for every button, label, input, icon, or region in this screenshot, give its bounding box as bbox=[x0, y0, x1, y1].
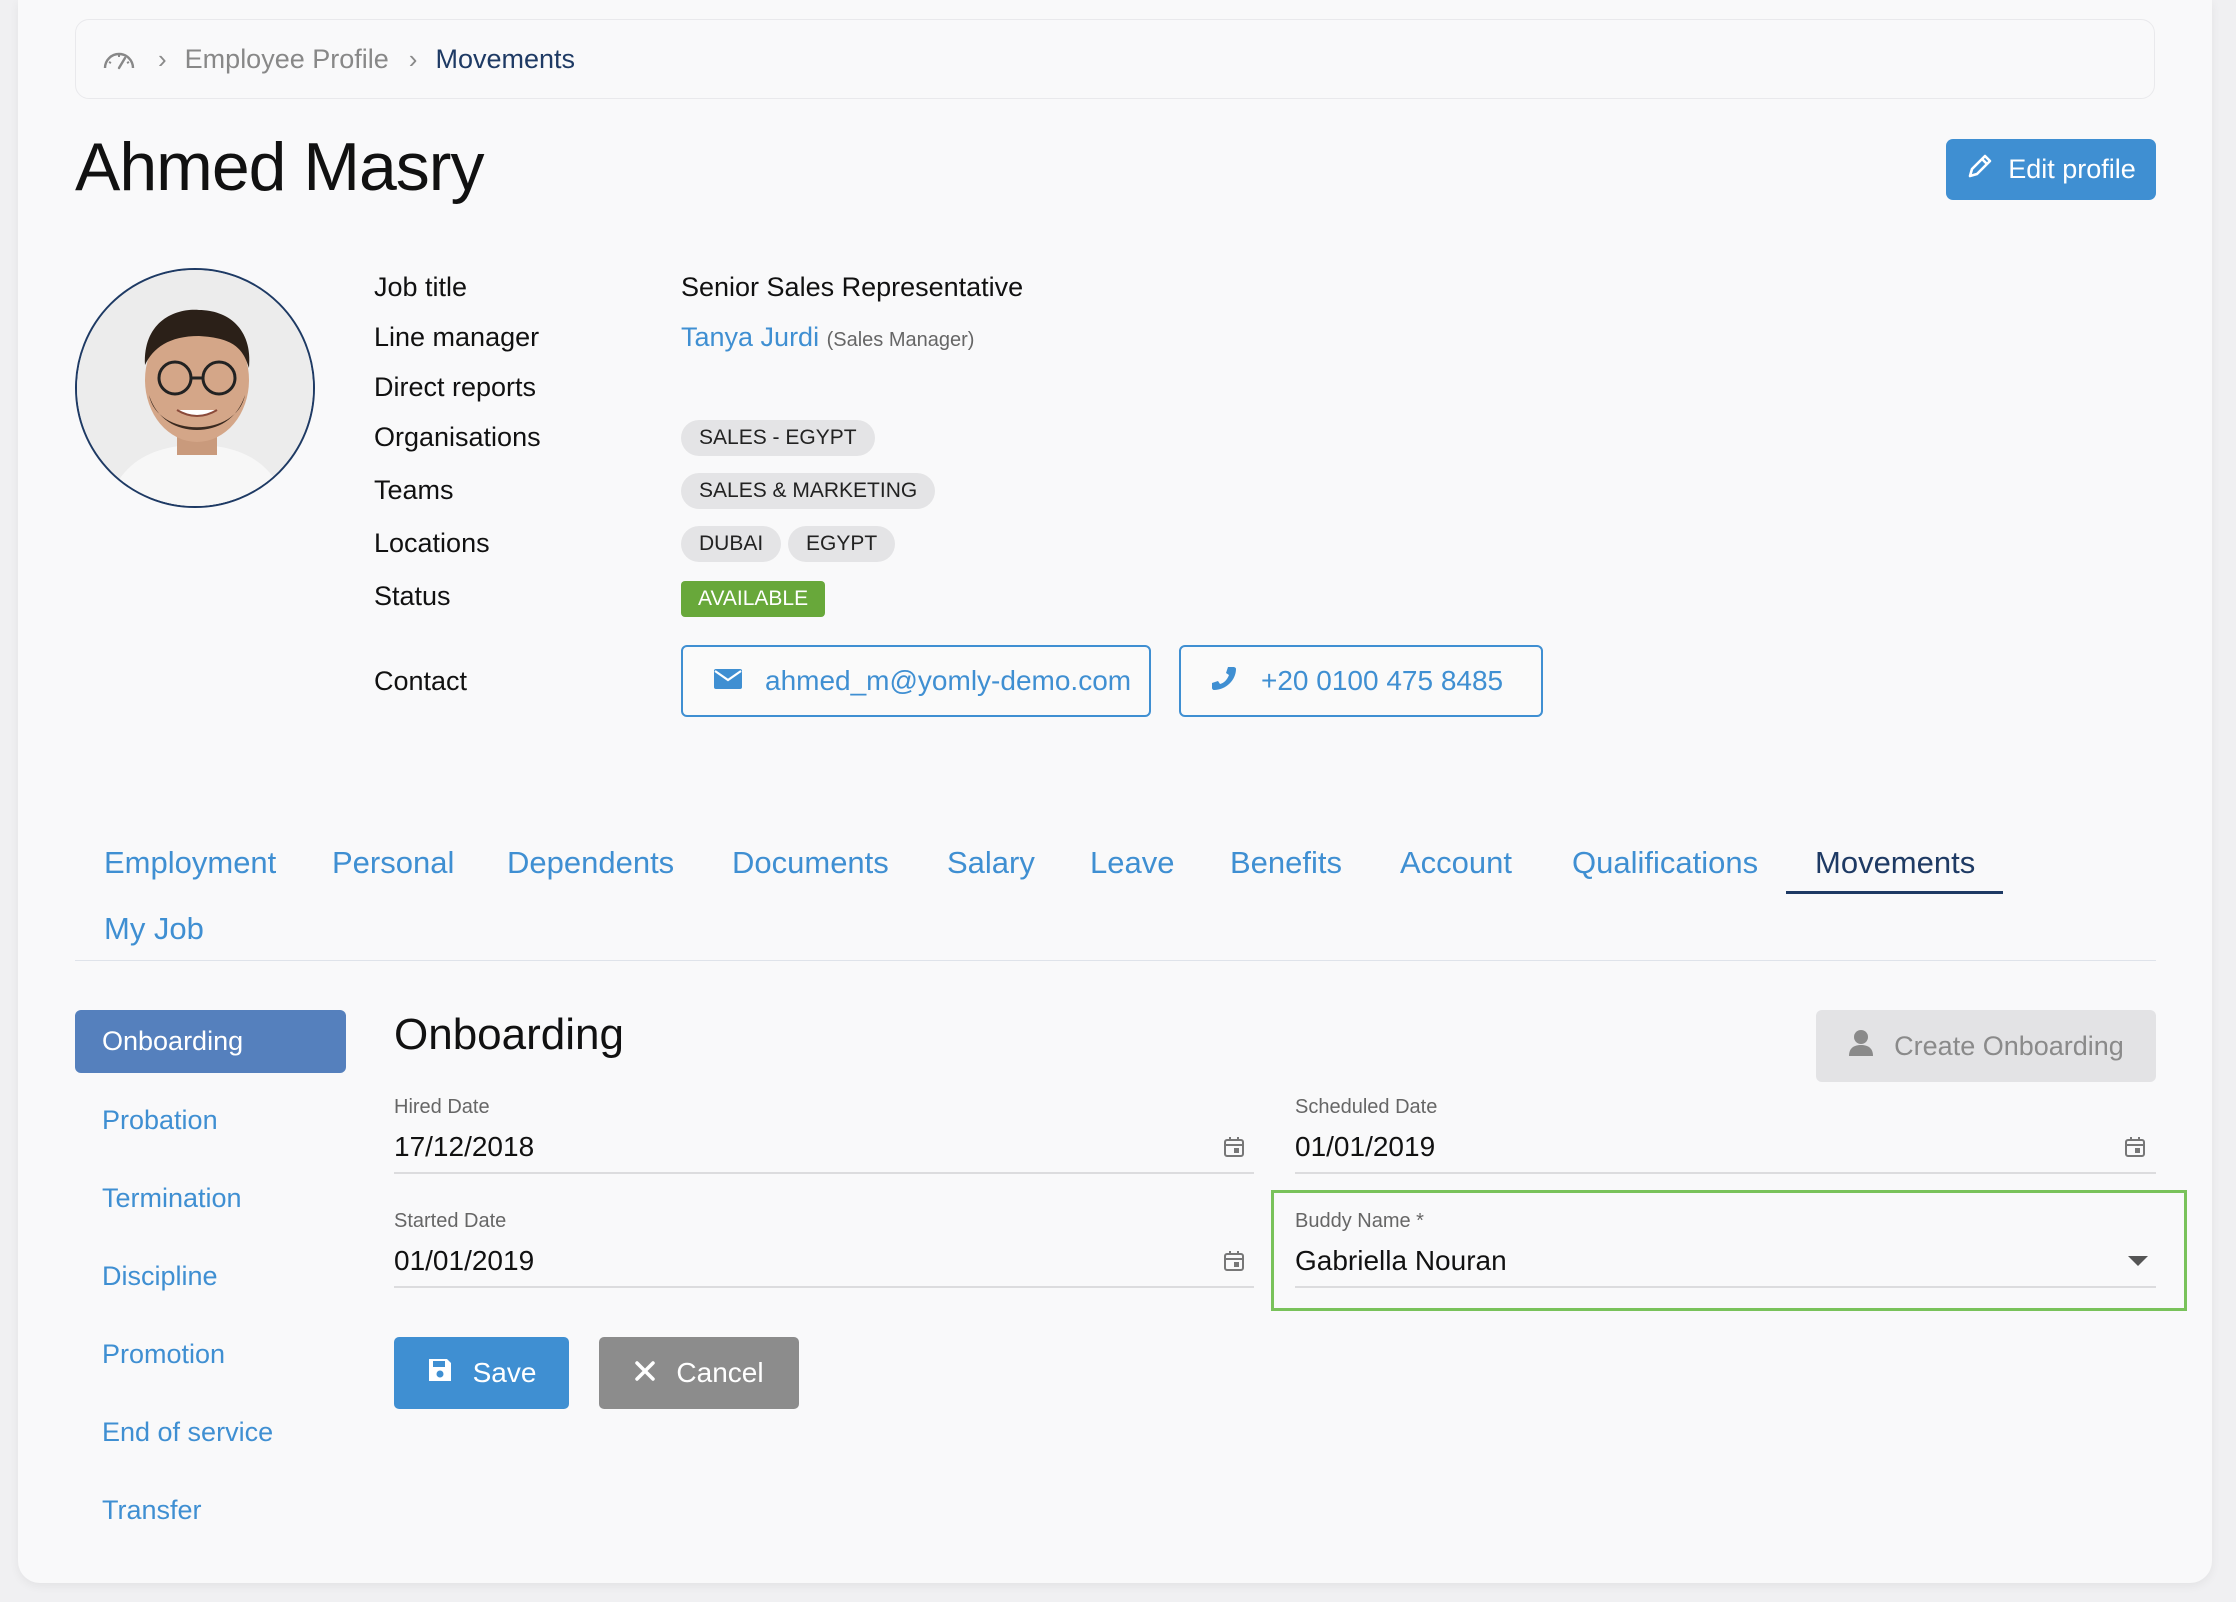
close-icon bbox=[634, 1357, 656, 1389]
floppy-disk-icon bbox=[427, 1357, 453, 1390]
tab-qualifications[interactable]: Qualifications bbox=[1572, 845, 1758, 881]
started-date-input[interactable]: 01/01/2019 bbox=[394, 1245, 534, 1277]
caret-down-icon[interactable] bbox=[2128, 1256, 2148, 1266]
profile-card bbox=[18, 0, 2212, 1583]
scheduled-date-input[interactable]: 01/01/2019 bbox=[1295, 1131, 1435, 1163]
phone-icon bbox=[1211, 664, 1239, 699]
line-manager-value: Tanya Jurdi (Sales Manager) bbox=[681, 322, 974, 353]
email-value: ahmed_m@yomly-demo.com bbox=[765, 665, 1132, 696]
user-icon bbox=[1848, 1029, 1874, 1064]
tab-documents[interactable]: Documents bbox=[732, 845, 889, 881]
tab-my-job[interactable]: My Job bbox=[104, 911, 204, 947]
cancel-label: Cancel bbox=[676, 1357, 764, 1388]
side-nav-probation[interactable]: Probation bbox=[102, 1105, 218, 1136]
edit-profile-label: Edit profile bbox=[2008, 154, 2136, 184]
phone-value: +20 0100 475 8485 bbox=[1261, 665, 1504, 696]
avatar bbox=[75, 268, 315, 508]
tab-employment[interactable]: Employment bbox=[104, 845, 276, 881]
side-nav-onboarding[interactable]: Onboarding bbox=[75, 1010, 346, 1073]
chevron-right-icon: › bbox=[408, 43, 418, 74]
tabs-divider bbox=[75, 960, 2156, 961]
hired-date-label: Hired Date bbox=[394, 1096, 490, 1118]
line-manager-role: (Sales Manager) bbox=[826, 329, 975, 351]
status-label: Status bbox=[374, 581, 451, 611]
save-button[interactable]: Save bbox=[394, 1337, 569, 1409]
buddy-name-underline bbox=[1295, 1286, 2156, 1288]
buddy-name-select[interactable]: Gabriella Nouran bbox=[1295, 1245, 1507, 1277]
line-manager-link[interactable]: Tanya Jurdi bbox=[681, 322, 819, 352]
tab-benefits[interactable]: Benefits bbox=[1230, 845, 1342, 881]
side-nav-promotion[interactable]: Promotion bbox=[102, 1339, 225, 1370]
organisations-label: Organisations bbox=[374, 422, 541, 452]
hired-date-underline bbox=[394, 1172, 1254, 1174]
team-tag: SALES & MARKETING bbox=[681, 473, 936, 509]
dashboard-gauge-icon[interactable] bbox=[102, 44, 138, 74]
buddy-name-label: Buddy Name * bbox=[1295, 1210, 1424, 1232]
tab-salary[interactable]: Salary bbox=[947, 845, 1035, 881]
calendar-icon[interactable] bbox=[2124, 1136, 2146, 1158]
contact-label: Contact bbox=[374, 666, 468, 696]
create-onboarding-button[interactable]: Create Onboarding bbox=[1816, 1010, 2156, 1082]
location-tag-dubai: DUBAI bbox=[681, 526, 782, 562]
scheduled-date-underline bbox=[1295, 1172, 2156, 1174]
tab-account[interactable]: Account bbox=[1400, 845, 1512, 881]
hired-date-input[interactable]: 17/12/2018 bbox=[394, 1131, 534, 1163]
breadcrumb-movements: Movements bbox=[435, 43, 576, 74]
side-nav-end-of-service[interactable]: End of service bbox=[102, 1417, 273, 1448]
status-badge: AVAILABLE bbox=[681, 581, 826, 617]
save-label: Save bbox=[472, 1357, 537, 1388]
cancel-button[interactable]: Cancel bbox=[599, 1337, 799, 1409]
create-onboarding-label: Create Onboarding bbox=[1894, 1030, 2124, 1061]
section-title: Onboarding bbox=[394, 1010, 624, 1059]
breadcrumb-employee-profile[interactable]: Employee Profile bbox=[185, 44, 389, 75]
breadcrumb: › Employee Profile › Movements bbox=[75, 19, 2155, 99]
line-manager-label: Line manager bbox=[374, 322, 540, 352]
envelope-icon bbox=[713, 665, 743, 697]
email-contact-button[interactable]: ahmed_m@yomly-demo.com bbox=[681, 645, 1151, 717]
started-date-label: Started Date bbox=[394, 1210, 507, 1232]
pencil-icon bbox=[1966, 152, 1994, 187]
chevron-right-icon: › bbox=[158, 43, 167, 74]
direct-reports-label: Direct reports bbox=[374, 372, 537, 402]
calendar-icon[interactable] bbox=[1223, 1136, 1245, 1158]
tab-movements[interactable]: Movements bbox=[1815, 845, 1975, 881]
side-nav-discipline[interactable]: Discipline bbox=[102, 1261, 218, 1292]
organisation-tag: SALES - EGYPT bbox=[681, 420, 875, 456]
side-nav-termination[interactable]: Termination bbox=[102, 1183, 242, 1214]
phone-contact-button[interactable]: +20 0100 475 8485 bbox=[1179, 645, 1543, 717]
page-title: Ahmed Masry bbox=[75, 129, 484, 205]
side-nav-transfer[interactable]: Transfer bbox=[102, 1495, 202, 1526]
teams-label: Teams bbox=[374, 475, 454, 505]
started-date-underline bbox=[394, 1286, 1254, 1288]
location-tag-egypt: EGYPT bbox=[788, 526, 896, 562]
calendar-icon[interactable] bbox=[1223, 1250, 1245, 1272]
tab-dependents[interactable]: Dependents bbox=[507, 845, 674, 881]
job-title-value: Senior Sales Representative bbox=[681, 272, 1024, 302]
tab-leave[interactable]: Leave bbox=[1090, 845, 1174, 881]
scheduled-date-label: Scheduled Date bbox=[1295, 1096, 1438, 1118]
edit-profile-button[interactable]: Edit profile bbox=[1946, 139, 2156, 200]
locations-label: Locations bbox=[374, 528, 490, 558]
active-tab-indicator bbox=[1786, 891, 2003, 894]
job-title-label: Job title bbox=[374, 272, 468, 302]
tab-personal[interactable]: Personal bbox=[332, 845, 454, 881]
